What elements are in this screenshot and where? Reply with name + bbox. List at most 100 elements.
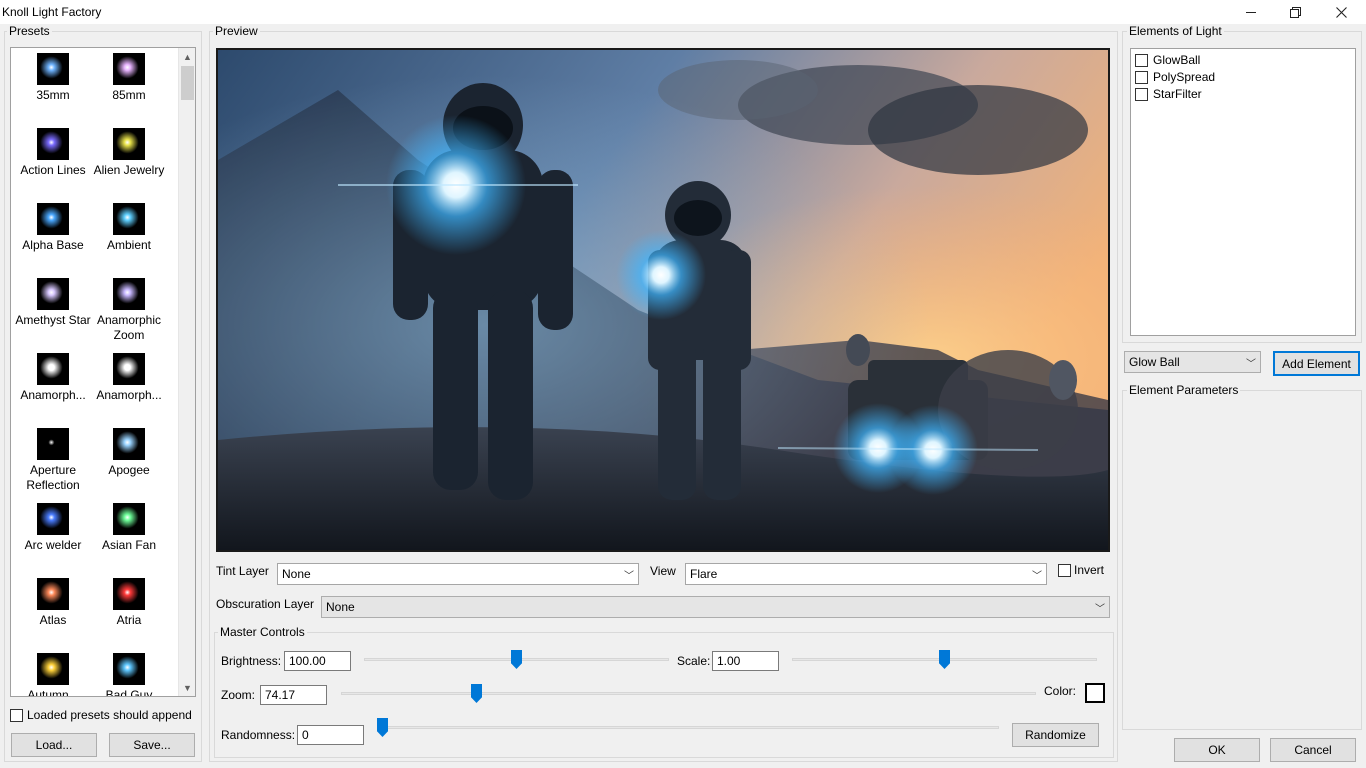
preview-canvas[interactable] [216,48,1110,552]
preset-item[interactable]: Amethyst Star [13,278,93,328]
elements-label: Elements of Light [1127,24,1224,38]
preset-scrollbar[interactable]: ▲ ▼ [178,48,195,696]
scroll-thumb[interactable] [181,66,194,100]
scale-slider-thumb[interactable] [939,650,950,669]
elements-list[interactable]: GlowBall PolySpread StarFilter [1130,48,1356,336]
preset-thumbnail [37,278,69,310]
scale-input[interactable]: 1.00 [712,651,779,671]
preset-label: Autumn... [27,688,79,697]
preset-label: Alien Jewelry [93,163,165,177]
scroll-down-icon[interactable]: ▼ [179,679,195,696]
minimize-button[interactable] [1228,0,1274,24]
preset-label: Anamorph... [20,388,86,402]
preset-item[interactable]: Atlas [13,578,93,628]
scale-slider[interactable] [792,650,1097,670]
append-option[interactable]: Loaded presets should append [10,708,192,722]
element-label: StarFilter [1153,87,1202,101]
preview-label: Preview [213,24,260,38]
append-label: Loaded presets should append [27,708,192,722]
preset-thumbnail [113,278,145,310]
brightness-slider-thumb[interactable] [511,650,522,669]
preset-label: Ambient [106,238,152,252]
obscuration-select[interactable]: None ﹀ [321,596,1110,618]
close-icon [1335,6,1347,18]
color-swatch[interactable] [1085,683,1105,703]
preset-item[interactable]: Apogee [89,428,169,478]
element-item[interactable]: PolySpread [1135,70,1215,84]
element-checkbox[interactable] [1135,87,1148,101]
preset-thumbnail [113,653,145,685]
preset-item[interactable]: Ambient [89,203,169,253]
preset-item[interactable]: Aperture Reflection [13,428,93,493]
obscuration-value: None [326,600,355,614]
zoom-label: Zoom: [221,688,256,702]
preset-item[interactable]: 35mm [13,53,93,103]
preset-label: 35mm [36,88,70,102]
randomness-input[interactable]: 0 [297,725,364,745]
tint-layer-value: None [282,567,311,581]
preset-list[interactable]: Bad Guy Autumn... Atria Atlas Asian Fan Arc w… [10,47,196,697]
preset-item[interactable]: Anamorph... [13,353,93,403]
brightness-input[interactable]: 100.00 [284,651,351,671]
element-item[interactable]: GlowBall [1135,53,1200,67]
view-select[interactable]: Flare ﹀ [685,563,1047,585]
preset-label: Amethyst Star [15,313,91,327]
invert-option[interactable]: Invert [1058,563,1104,577]
preset-item[interactable]: Asian Fan [89,503,169,553]
element-checkbox[interactable] [1135,53,1148,67]
preset-thumbnail [113,428,145,460]
master-controls-label: Master Controls [218,625,307,639]
randomness-slider-thumb[interactable] [377,718,388,737]
preset-item[interactable]: Action Lines [13,128,93,178]
preset-label: Arc welder [24,538,82,552]
preset-thumbnail [37,353,69,385]
presets-label: Presets [7,24,52,38]
color-label: Color: [1044,684,1077,698]
preset-item[interactable]: Alpha Base [13,203,93,253]
preset-item[interactable]: Alien Jewelry [89,128,169,178]
zoom-slider[interactable] [341,684,1036,704]
preset-label: Bad Guy [105,688,153,697]
append-checkbox[interactable] [10,708,23,722]
zoom-input[interactable]: 74.17 [260,685,327,705]
save-button[interactable]: Save... [109,733,195,757]
randomness-label: Randomness: [221,728,296,742]
preset-item[interactable]: Bad Guy [89,653,169,697]
preset-item[interactable]: Anamorphic Zoom [89,278,169,343]
preset-label: Apogee [108,463,150,477]
preset-item[interactable]: Arc welder [13,503,93,553]
preset-item[interactable]: 85mm [89,53,169,103]
add-element-button[interactable]: Add Element [1273,351,1360,376]
scroll-up-icon[interactable]: ▲ [179,48,195,65]
preset-thumbnail [37,53,69,85]
element-item[interactable]: StarFilter [1135,87,1202,101]
preset-item[interactable]: Atria [89,578,169,628]
zoom-slider-thumb[interactable] [471,684,482,703]
chevron-down-icon: ﹀ [1032,571,1042,582]
brightness-label: Brightness: [221,654,282,668]
preset-item[interactable]: Anamorph... [89,353,169,403]
preset-label: Action Lines [20,163,86,177]
element-checkbox[interactable] [1135,70,1148,84]
close-button[interactable] [1318,0,1364,24]
invert-checkbox[interactable] [1058,563,1071,577]
ok-button[interactable]: OK [1174,738,1260,762]
element-type-select[interactable]: Glow Ball ﹀ [1124,351,1261,373]
preset-label: Atria [116,613,142,627]
cancel-button[interactable]: Cancel [1270,738,1356,762]
chevron-down-icon: ﹀ [624,571,634,582]
restore-button[interactable] [1272,0,1318,24]
tint-layer-select[interactable]: None ﹀ [277,563,639,585]
chevron-down-icon: ﹀ [1246,359,1256,370]
preset-item[interactable]: Autumn... [13,653,93,697]
load-button[interactable]: Load... [11,733,97,757]
preset-thumbnail [37,503,69,535]
preset-thumbnail [113,203,145,235]
preset-thumbnail [113,128,145,160]
element-label: GlowBall [1153,53,1201,67]
randomness-slider[interactable] [377,718,999,738]
preset-label: Anamorphic Zoom [96,313,162,342]
randomize-button[interactable]: Randomize [1012,723,1099,747]
preset-thumbnail [37,428,69,460]
brightness-slider[interactable] [364,650,669,670]
